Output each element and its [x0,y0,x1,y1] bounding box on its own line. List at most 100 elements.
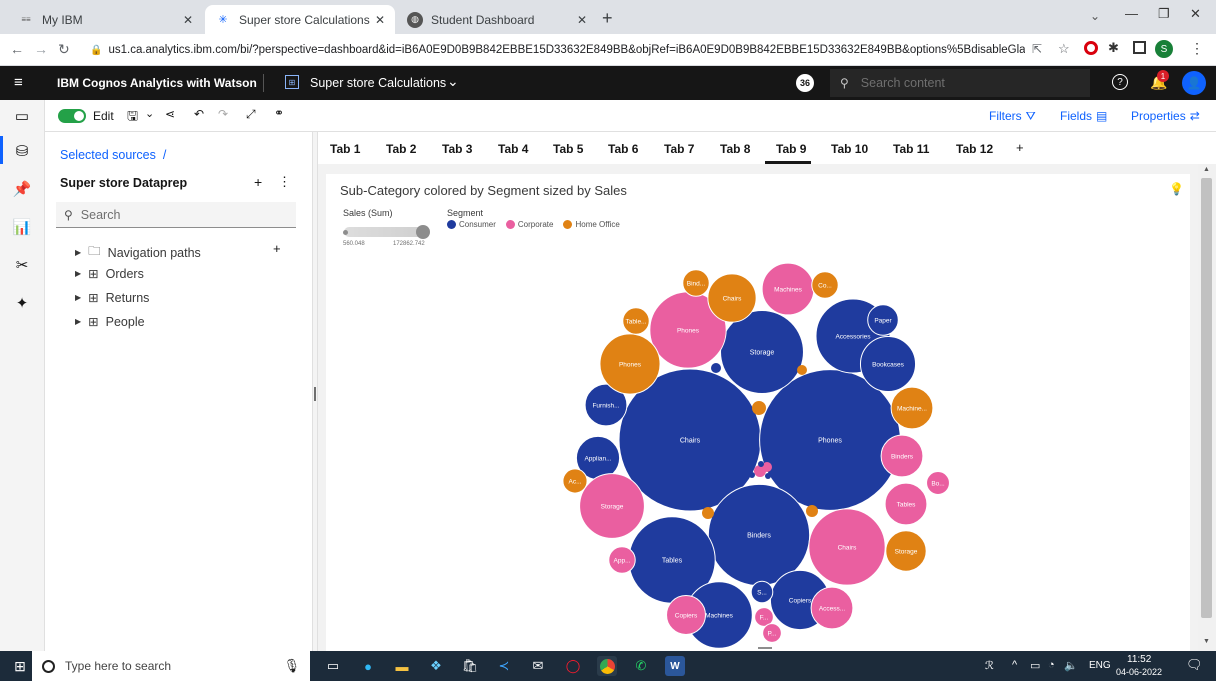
tab-1[interactable]: Tab 1 [330,142,360,156]
dropbox-icon[interactable]: ❖ [426,656,446,676]
overflow-menu-icon[interactable]: ⋮ [278,174,291,190]
visualizations-icon[interactable]: 📊 [11,216,33,238]
bubble-home-office[interactable]: Table... [622,307,650,335]
minimize-icon[interactable]: — [1125,6,1138,21]
tab-3[interactable]: Tab 3 [442,142,472,156]
bookmark-star-icon[interactable]: ☆ [1058,41,1070,57]
scroll-thumb[interactable] [1201,178,1212,618]
bubble-corporate[interactable]: Copiers [666,595,706,635]
tab-10[interactable]: Tab 10 [831,142,868,156]
bubble-consumer[interactable]: S... [750,580,774,604]
report-title[interactable]: Super store Calculations [310,76,446,90]
edge-browser-icon[interactable]: ● [358,656,378,676]
bubble-home-office[interactable]: Bind... [682,269,710,297]
widgets-icon[interactable]: ✂ [11,254,33,276]
file-explorer-icon[interactable]: ▬ [392,656,412,676]
forward-icon[interactable]: → [34,41,48,57]
share-icon[interactable]: ⇱ [1032,42,1042,56]
scroll-down-arrow[interactable]: ▼ [1203,638,1210,645]
microphone-icon[interactable]: 🎙 [283,658,300,674]
language-indicator[interactable]: ENG [1089,660,1111,671]
fields-button[interactable]: Fields ▤ [1060,109,1107,123]
tab-12[interactable]: Tab 12 [956,142,993,156]
vscode-icon[interactable]: ≺ [494,656,514,676]
card-resize-handle[interactable] [758,647,772,649]
bubble-corporate[interactable]: Bo... [926,471,950,495]
new-tab-button[interactable]: + [602,8,613,29]
tree-item-people[interactable]: ▶ ⊞ People [75,314,145,330]
bubble-corporate[interactable]: Access... [810,586,854,630]
task-view-icon[interactable]: ▭ [323,656,343,676]
canvas-scrollbar[interactable]: ▲ ▼ [1198,164,1216,651]
properties-button[interactable]: Properties ⇄ [1131,109,1200,123]
taskbar-search[interactable]: Type here to search 🎙 [32,651,310,681]
data-sources-icon[interactable]: ⛁ [11,140,33,162]
bubble-consumer[interactable]: Bookcases [859,335,917,393]
redo-icon[interactable]: ↷ [218,107,228,121]
back-icon[interactable]: ← [10,41,24,57]
bubble-small[interactable] [797,365,807,375]
people-icon[interactable]: ℛ [985,659,994,672]
bubble-small[interactable] [702,507,714,519]
bubble-home-office[interactable]: Phones [599,333,661,395]
tab-4[interactable]: Tab 4 [498,142,528,156]
tab-7[interactable]: Tab 7 [664,142,694,156]
help-icon[interactable]: ? [1112,74,1128,90]
bubble-small[interactable] [806,505,818,517]
packed-bubble-chart[interactable]: Chairs Phones Binders Tables Storage Accessor… [326,174,1190,651]
undo-icon[interactable]: ↶ [194,107,204,121]
browser-menu-icon[interactable]: ⋮ [1190,40,1204,57]
tree-item-navigation-paths[interactable]: ▶ 🗀 Navigation paths [75,242,201,263]
chevron-down-icon[interactable]: ⌄ [447,73,459,90]
watson-badge[interactable]: 36 [796,74,814,92]
bubble-small[interactable] [749,472,755,478]
bubble-consumer[interactable]: Storage [720,310,804,394]
bubble-corporate[interactable]: App... [608,546,636,574]
notification-center-icon[interactable]: 🗨 [1186,657,1203,673]
visualization-card[interactable]: Sub-Category colored by Segment sized by… [326,174,1190,651]
save-icon[interactable]: 🖫 [127,107,138,129]
tab-5[interactable]: Tab 5 [553,142,583,156]
relationships-icon[interactable]: ⚭ [274,106,284,120]
bubble-home-office[interactable]: Ac... [562,468,588,494]
bubble-corporate[interactable]: Storage [579,473,645,539]
add-icon[interactable]: + [254,174,262,190]
chrome-icon[interactable] [597,656,617,676]
bubble-consumer[interactable]: Paper [867,304,899,336]
bubble-corporate[interactable]: Machines [761,262,815,316]
tree-item-orders[interactable]: ▶ ⊞ Orders [75,266,144,282]
mail-icon[interactable]: ✉ [528,656,548,676]
share-icon[interactable]: ⋖ [165,107,175,121]
bubble-small[interactable] [765,473,771,479]
bubble-home-office[interactable]: Storage [885,530,927,572]
search-box[interactable]: ⚲ Search content [830,69,1090,97]
bubble-home-office[interactable]: Chairs [707,273,757,323]
tab-6[interactable]: Tab 6 [608,142,638,156]
bubble-small[interactable] [758,461,764,467]
user-avatar[interactable]: 👤 [1182,71,1206,95]
bubble-corporate[interactable]: Tables [884,482,928,526]
volume-icon[interactable]: 🔈 [1064,659,1078,672]
drag-handle[interactable] [314,387,316,401]
tab-9[interactable]: Tab 9 [776,142,806,156]
browser-tab-super-store[interactable]: ✳ Super store Calculations ✕ [205,5,395,34]
profile-avatar[interactable]: S [1155,40,1173,58]
close-icon[interactable]: ✕ [577,13,587,27]
tray-chevron-icon[interactable]: ^ [1012,659,1017,671]
extensions-icon[interactable]: ✱ [1108,40,1119,56]
close-window-icon[interactable]: ✕ [1190,6,1201,22]
browser-tab-my-ibm[interactable]: ≡≡ My IBM ✕ [8,5,203,34]
url-field[interactable]: 🔒 us1.ca.analytics.ibm.com/bi/?perspecti… [90,38,1025,62]
breadcrumb[interactable]: Selected sources / [60,148,166,162]
store-icon[interactable]: 🛍 [460,656,480,676]
sidepanel-icon[interactable] [1133,41,1146,54]
comment-icon[interactable]: ▭ [11,105,33,127]
opera-extension-icon[interactable] [1084,41,1098,55]
whatsapp-icon[interactable]: ✆ [631,656,651,676]
bubble-small[interactable] [711,363,721,373]
clock-date[interactable]: 04-06-2022 [1116,667,1162,677]
opera-icon[interactable]: ◯ [563,656,583,676]
clock-time[interactable]: 11:52 [1127,654,1151,665]
reload-icon[interactable]: ↻ [58,41,70,58]
scroll-up-arrow[interactable]: ▲ [1203,166,1210,173]
